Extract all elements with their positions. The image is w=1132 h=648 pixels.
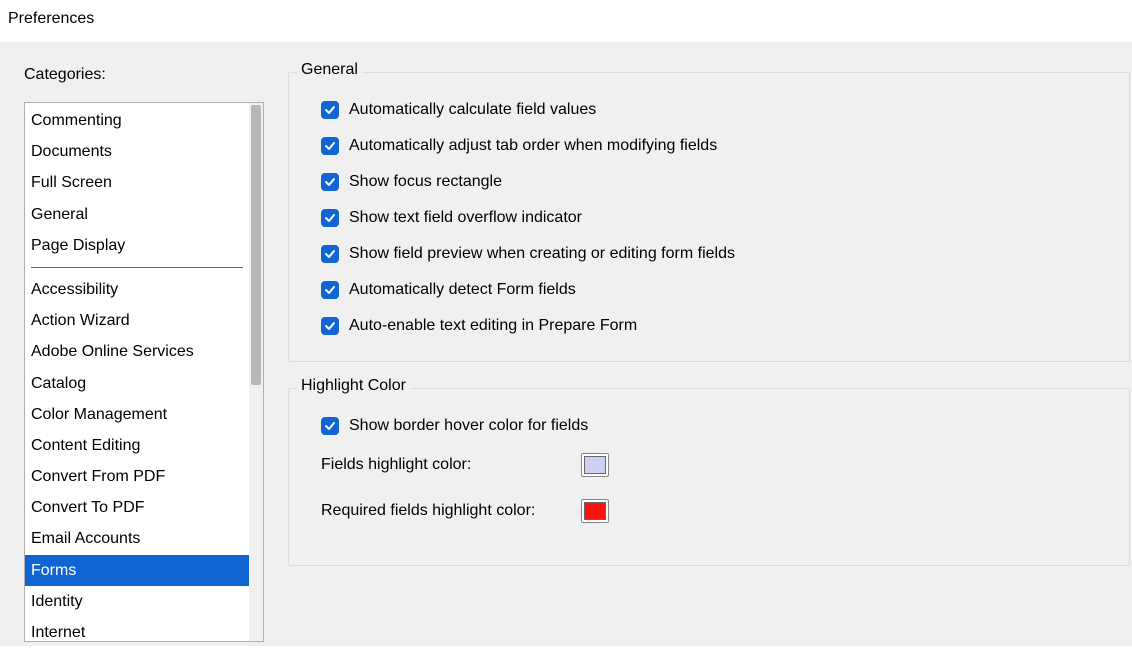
option-label: Show field preview when creating or edit… bbox=[349, 245, 735, 263]
category-item[interactable]: Full Screen bbox=[25, 167, 249, 198]
general-option-row[interactable]: Auto-enable text editing in Prepare Form bbox=[321, 317, 1109, 335]
color-swatch-inner bbox=[584, 456, 606, 474]
category-item[interactable]: General bbox=[25, 199, 249, 230]
window-title: Preferences bbox=[0, 0, 1132, 42]
general-option-row[interactable]: Show focus rectangle bbox=[321, 173, 1109, 191]
highlight-color-group: Highlight Color Show border hover color … bbox=[288, 388, 1130, 566]
fields-highlight-row: Fields highlight color: bbox=[321, 453, 1109, 477]
fields-highlight-label: Fields highlight color: bbox=[321, 456, 581, 474]
category-item[interactable]: Page Display bbox=[25, 230, 249, 261]
checkbox-checked-icon[interactable] bbox=[321, 101, 339, 119]
categories-label: Categories: bbox=[24, 66, 264, 84]
category-item[interactable]: Content Editing bbox=[25, 430, 249, 461]
option-label: Show text field overflow indicator bbox=[349, 209, 582, 227]
checkbox-checked-icon[interactable] bbox=[321, 137, 339, 155]
category-item[interactable]: Email Accounts bbox=[25, 523, 249, 554]
general-option-row[interactable]: Automatically calculate field values bbox=[321, 101, 1109, 119]
option-label: Automatically calculate field values bbox=[349, 101, 596, 119]
category-item[interactable]: Commenting bbox=[25, 105, 249, 136]
categories-sidebar: Categories: CommentingDocumentsFull Scre… bbox=[24, 66, 264, 646]
checkbox-checked-icon[interactable] bbox=[321, 317, 339, 335]
show-border-hover-label: Show border hover color for fields bbox=[349, 417, 588, 435]
preferences-body: Categories: CommentingDocumentsFull Scre… bbox=[0, 42, 1132, 646]
category-item[interactable]: Convert To PDF bbox=[25, 492, 249, 523]
checkbox-checked-icon[interactable] bbox=[321, 173, 339, 191]
required-highlight-swatch[interactable] bbox=[581, 499, 609, 523]
required-highlight-label: Required fields highlight color: bbox=[321, 502, 581, 520]
checkbox-checked-icon[interactable] bbox=[321, 209, 339, 227]
fields-highlight-swatch[interactable] bbox=[581, 453, 609, 477]
scrollbar[interactable] bbox=[249, 103, 263, 641]
show-border-hover-row[interactable]: Show border hover color for fields bbox=[321, 417, 1109, 435]
category-item[interactable]: Accessibility bbox=[25, 274, 249, 305]
option-label: Automatically detect Form fields bbox=[349, 281, 576, 299]
category-item[interactable]: Catalog bbox=[25, 368, 249, 399]
required-highlight-row: Required fields highlight color: bbox=[321, 499, 1109, 523]
option-label: Show focus rectangle bbox=[349, 173, 502, 191]
option-label: Automatically adjust tab order when modi… bbox=[349, 137, 717, 155]
category-item[interactable]: Internet bbox=[25, 617, 249, 641]
option-label: Auto-enable text editing in Prepare Form bbox=[349, 317, 637, 335]
scrollbar-thumb[interactable] bbox=[251, 105, 261, 385]
category-item[interactable]: Documents bbox=[25, 136, 249, 167]
general-option-row[interactable]: Automatically adjust tab order when modi… bbox=[321, 137, 1109, 155]
checkbox-checked-icon[interactable] bbox=[321, 417, 339, 435]
color-swatch-inner bbox=[584, 502, 606, 520]
general-option-row[interactable]: Show text field overflow indicator bbox=[321, 209, 1109, 227]
general-group: General Automatically calculate field va… bbox=[288, 72, 1130, 362]
highlight-legend: Highlight Color bbox=[297, 377, 410, 395]
categories-listbox[interactable]: CommentingDocumentsFull ScreenGeneralPag… bbox=[24, 102, 264, 642]
checkbox-checked-icon[interactable] bbox=[321, 245, 339, 263]
checkbox-checked-icon[interactable] bbox=[321, 281, 339, 299]
category-item[interactable]: Color Management bbox=[25, 399, 249, 430]
category-item[interactable]: Identity bbox=[25, 586, 249, 617]
category-item[interactable]: Action Wizard bbox=[25, 305, 249, 336]
category-item[interactable]: Adobe Online Services bbox=[25, 336, 249, 367]
category-separator bbox=[31, 267, 243, 268]
category-item[interactable]: Convert From PDF bbox=[25, 461, 249, 492]
settings-panel: General Automatically calculate field va… bbox=[288, 66, 1132, 646]
general-legend: General bbox=[297, 61, 362, 79]
category-item[interactable]: Forms bbox=[25, 555, 249, 586]
general-option-row[interactable]: Show field preview when creating or edit… bbox=[321, 245, 1109, 263]
general-option-row[interactable]: Automatically detect Form fields bbox=[321, 281, 1109, 299]
